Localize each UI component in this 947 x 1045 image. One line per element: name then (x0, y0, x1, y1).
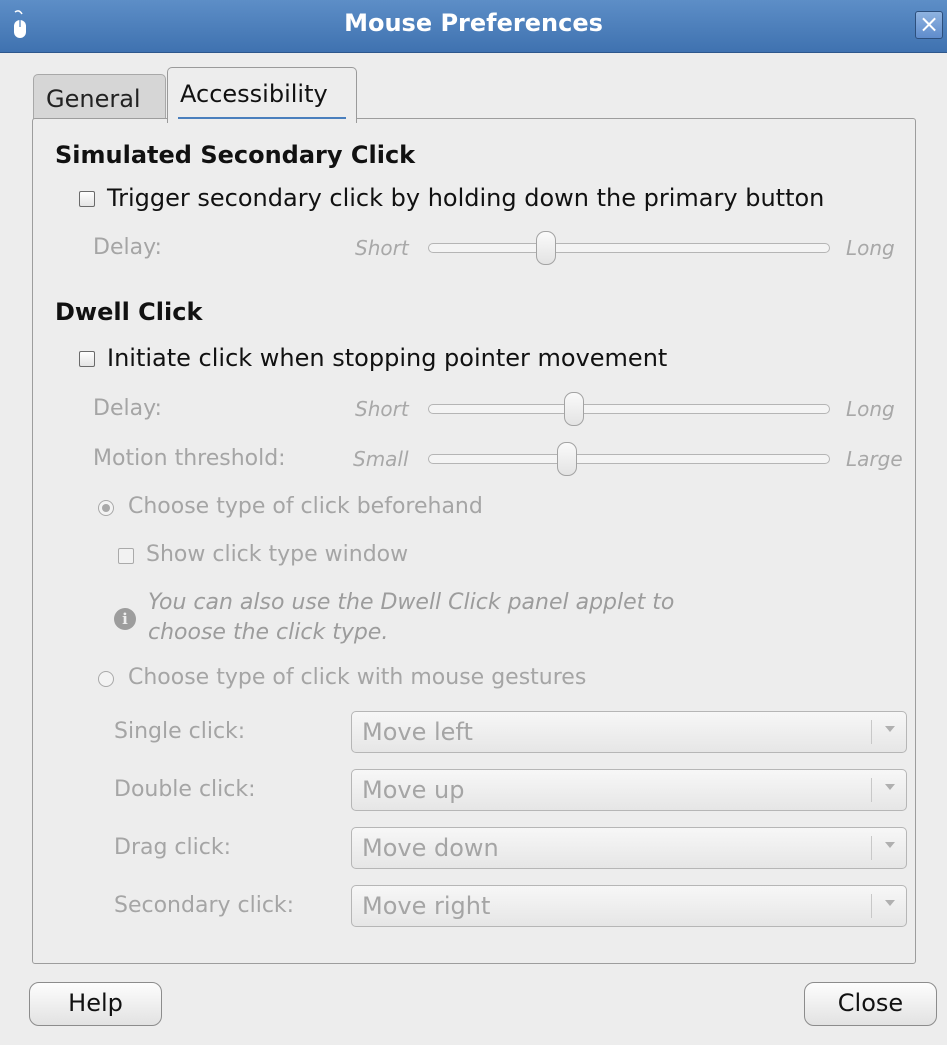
single-click-select-value: Move left (362, 718, 473, 746)
tab-accessibility[interactable]: Accessibility (167, 67, 357, 123)
radio-click-gestures-label[interactable]: Choose type of click with mouse gestures (128, 665, 586, 690)
close-button-label: Close (837, 989, 904, 1017)
dwell-delay-min-label: Short (355, 397, 409, 421)
window-close-button[interactable]: × (915, 11, 943, 39)
motion-threshold-slider[interactable] (428, 454, 830, 464)
secondary-click-select-value: Move right (362, 892, 491, 920)
single-click-select[interactable]: Move left (351, 711, 907, 753)
dwell-delay-slider-thumb[interactable] (564, 392, 584, 426)
secondary-click-heading: Simulated Secondary Click (55, 141, 416, 169)
motion-threshold-max-label: Large (846, 447, 903, 471)
motion-threshold-min-label: Small (353, 447, 409, 471)
double-click-select-value: Move up (362, 776, 465, 804)
secondary-delay-max-label: Long (846, 236, 895, 260)
radio-click-beforehand[interactable] (98, 500, 114, 516)
close-button[interactable]: Close (804, 982, 937, 1026)
secondary-delay-slider-thumb[interactable] (536, 231, 556, 265)
combo-separator (871, 720, 872, 744)
tab-general-label: General (46, 85, 141, 113)
secondary-delay-label: Delay: (93, 235, 162, 260)
tab-focus-indicator (178, 117, 346, 119)
secondary-delay-slider[interactable] (428, 243, 830, 253)
window-title: Mouse Preferences (344, 9, 603, 37)
help-button-label: Help (68, 989, 123, 1017)
secondary-delay-min-label: Short (355, 236, 409, 260)
single-click-label: Single click: (114, 719, 246, 744)
chevron-down-icon (885, 726, 895, 732)
combo-separator (871, 836, 872, 860)
dwell-delay-label: Delay: (93, 396, 162, 421)
info-icon: i (114, 608, 136, 630)
combo-separator (871, 894, 872, 918)
secondary-click-gesture-label: Secondary click: (114, 893, 295, 918)
tab-general[interactable]: General (33, 74, 166, 120)
drag-click-select-value: Move down (362, 834, 499, 862)
dwell-delay-slider[interactable] (428, 404, 830, 414)
help-button[interactable]: Help (29, 982, 162, 1026)
secondary-click-select[interactable]: Move right (351, 885, 907, 927)
dwell-click-checkbox-label[interactable]: Initiate click when stopping pointer mov… (107, 344, 667, 372)
double-click-label: Double click: (114, 777, 256, 802)
dwell-delay-max-label: Long (846, 397, 895, 421)
secondary-click-checkbox-label[interactable]: Trigger secondary click by holding down … (107, 184, 824, 212)
show-click-window-label[interactable]: Show click type window (146, 542, 408, 567)
chevron-down-icon (885, 900, 895, 906)
title-bar: Mouse Preferences × (0, 0, 947, 53)
drag-click-label: Drag click: (114, 835, 231, 860)
dwell-click-checkbox[interactable] (79, 351, 95, 367)
radio-click-gestures[interactable] (98, 671, 114, 687)
radio-click-beforehand-label[interactable]: Choose type of click beforehand (128, 494, 483, 519)
dwell-info-text: You can also use the Dwell Click panel a… (148, 590, 675, 645)
double-click-select[interactable]: Move up (351, 769, 907, 811)
drag-click-select[interactable]: Move down (351, 827, 907, 869)
dwell-click-heading: Dwell Click (55, 298, 203, 326)
show-click-window-checkbox[interactable] (118, 548, 134, 564)
secondary-click-checkbox[interactable] (79, 191, 95, 207)
chevron-down-icon (885, 842, 895, 848)
motion-threshold-slider-thumb[interactable] (557, 442, 577, 476)
combo-separator (871, 778, 872, 802)
close-icon: × (918, 10, 940, 38)
tab-accessibility-label: Accessibility (180, 80, 328, 108)
chevron-down-icon (885, 784, 895, 790)
motion-threshold-label: Motion threshold: (93, 446, 286, 471)
